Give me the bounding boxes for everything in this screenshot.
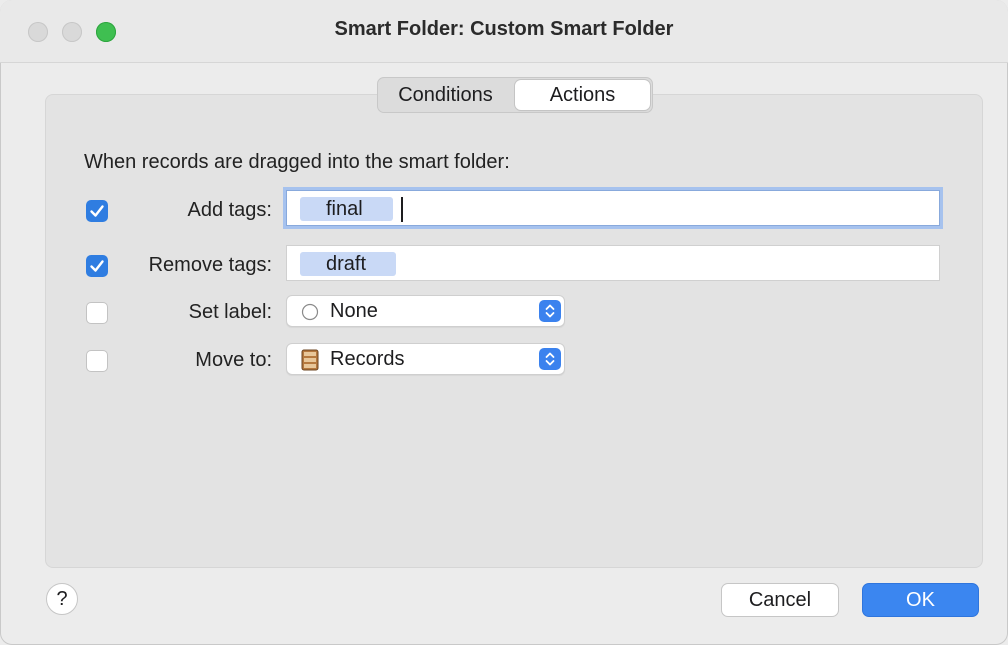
cancel-button[interactable]: Cancel [721,583,839,617]
help-button[interactable]: ? [46,583,78,615]
set-label-label: Set label: [188,301,272,323]
window-title: Smart Folder: Custom Smart Folder [334,18,674,40]
tag-token-draft[interactable]: draft [300,252,397,276]
add-tags-field[interactable]: final [286,190,940,226]
add-tags-checkbox[interactable] [86,200,108,222]
move-to-checkbox[interactable] [86,350,108,372]
set-label-value: None [330,300,378,322]
checkmark-icon [90,260,104,272]
remove-tags-checkbox[interactable] [86,255,108,277]
database-icon [301,349,319,371]
ok-button[interactable]: OK [862,583,979,617]
title-bar: Smart Folder: Custom Smart Folder [0,0,1008,63]
move-to-popup[interactable]: Records [286,343,565,375]
actions-intro-text: When records are dragged into the smart … [84,151,510,173]
move-to-value: Records [330,348,405,370]
tab-actions[interactable]: Actions [515,80,650,110]
dialog-window: Smart Folder: Custom Smart Folder Condit… [0,0,1008,645]
set-label-popup[interactable]: None [286,295,565,327]
popup-stepper-icon [539,348,561,370]
set-label-checkbox[interactable] [86,302,108,324]
remove-tags-field[interactable]: draft [286,245,940,281]
add-tags-label: Add tags: [187,199,272,221]
move-to-label: Move to: [195,349,272,371]
tag-token-final[interactable]: final [300,197,393,221]
popup-stepper-icon [539,300,561,322]
text-caret [401,197,403,222]
empty-circle-icon [301,303,319,321]
tab-bar: Conditions Actions [377,77,653,113]
checkmark-icon [90,205,104,217]
remove-tags-label: Remove tags: [148,254,272,276]
tab-conditions[interactable]: Conditions [378,78,513,112]
